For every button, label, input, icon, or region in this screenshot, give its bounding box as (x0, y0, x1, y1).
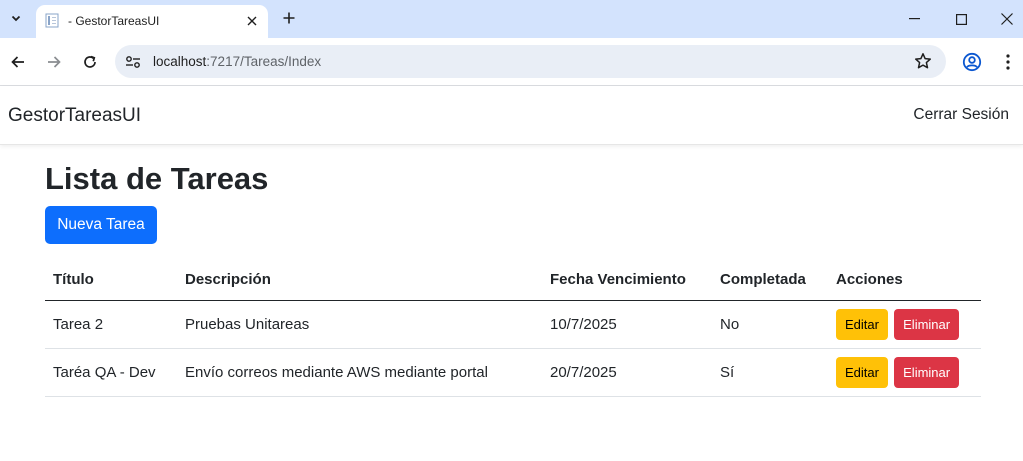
tab-search-chevron-icon[interactable] (5, 7, 27, 29)
page-title: Lista de Tareas (45, 161, 269, 196)
delete-button[interactable]: Eliminar (894, 356, 960, 388)
column-header-fecha: Fecha Vencimiento (542, 260, 712, 301)
browser-tab-active[interactable]: - GestorTareasUI (36, 5, 268, 38)
cell-titulo: Tarea 2 (45, 300, 177, 349)
bookmark-star-icon[interactable] (914, 52, 932, 70)
column-header-completada: Completada (712, 260, 828, 301)
forward-arrow-icon[interactable] (42, 50, 66, 74)
browser-menu-kebab-icon[interactable] (996, 50, 1020, 74)
new-tab-plus-icon[interactable] (279, 8, 299, 28)
window-close-icon[interactable] (987, 5, 1023, 33)
edit-button[interactable]: Editar (836, 356, 888, 388)
app-brand-link[interactable]: GestorTareasUI (8, 105, 141, 127)
tasks-table: Título Descripción Fecha Vencimiento Com… (45, 260, 981, 397)
table-header-row: Título Descripción Fecha Vencimiento Com… (45, 260, 981, 301)
cell-acciones: Editar Eliminar (828, 348, 981, 397)
app-navbar: GestorTareasUI Cerrar Sesión (0, 86, 1023, 145)
cell-fecha: 20/7/2025 (542, 348, 712, 397)
browser-toolbar: localhost:7217/Tareas/Index (0, 38, 1023, 86)
column-header-titulo: Título (45, 260, 177, 301)
cell-completada: No (712, 300, 828, 349)
column-header-acciones: Acciones (828, 260, 981, 301)
edit-button[interactable]: Editar (836, 308, 888, 340)
window-maximize-icon[interactable] (941, 5, 981, 33)
table-row: Tarea 2 Pruebas Unitareas 10/7/2025 No E… (45, 300, 981, 349)
back-arrow-icon[interactable] (6, 50, 30, 74)
profile-account-icon[interactable] (960, 50, 984, 74)
cell-descripcion: Envío correos mediante AWS mediante port… (177, 348, 542, 397)
cell-descripcion: Pruebas Unitareas (177, 300, 542, 349)
cell-acciones: Editar Eliminar (828, 300, 981, 349)
url-host: localhost (153, 54, 207, 69)
url-path: :7217/Tareas/Index (206, 54, 322, 69)
cell-titulo: Taréa QA - Dev (45, 348, 177, 397)
address-bar[interactable]: localhost:7217/Tareas/Index (115, 45, 946, 78)
tab-title: - GestorTareasUI (68, 14, 160, 28)
url-text[interactable]: localhost:7217/Tareas/Index (153, 54, 321, 69)
site-info-tune-icon[interactable] (122, 51, 144, 73)
column-header-descripcion: Descripción (177, 260, 542, 301)
window-minimize-icon[interactable] (894, 5, 934, 33)
cell-completada: Sí (712, 348, 828, 397)
browser-tabstrip: - GestorTareasUI (0, 0, 1023, 38)
new-task-button[interactable]: Nueva Tarea (45, 206, 157, 244)
delete-button[interactable]: Eliminar (894, 308, 960, 340)
logout-link[interactable]: Cerrar Sesión (913, 106, 1009, 124)
reload-icon[interactable] (78, 50, 102, 74)
page-favicon-icon (45, 13, 59, 28)
tab-close-icon[interactable] (244, 13, 260, 29)
table-row: Taréa QA - Dev Envío correos mediante AW… (45, 348, 981, 397)
cell-fecha: 10/7/2025 (542, 300, 712, 349)
